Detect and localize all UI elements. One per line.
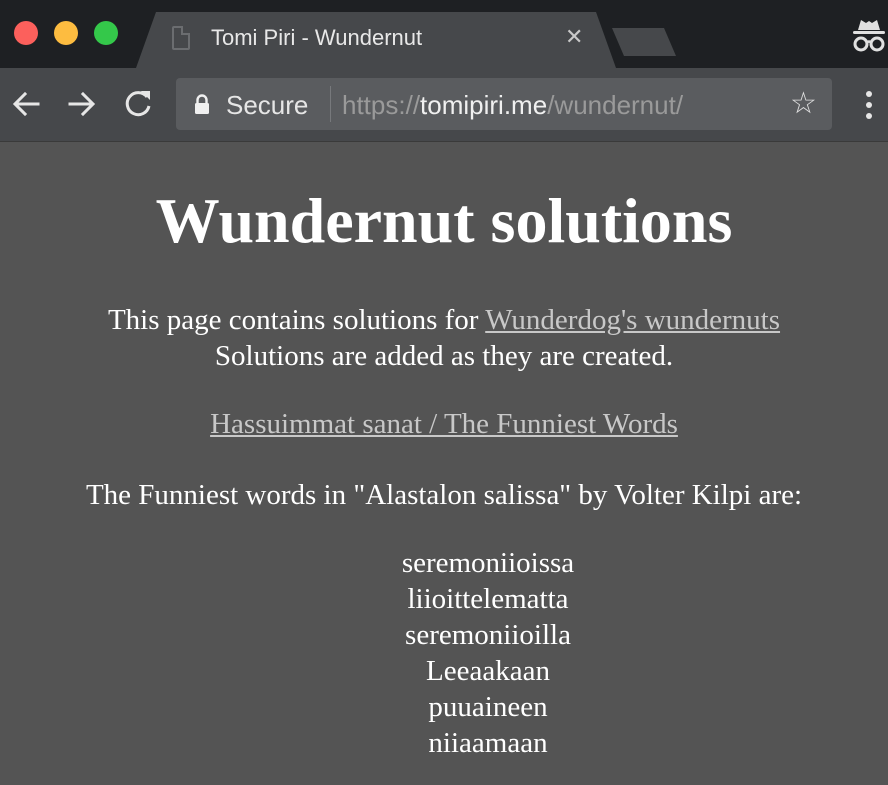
funniest-words-link[interactable]: Hassuimmat sanat / The Funniest Words <box>210 408 678 440</box>
page-icon <box>172 26 190 50</box>
funniest-words-section: Hassuimmat sanat / The Funniest Words <box>0 406 888 442</box>
intro-line-2: Solutions are added as they are created. <box>214 340 674 372</box>
page-content: Wundernut solutions This page contains s… <box>0 143 888 785</box>
url-path: /wundernut/ <box>547 90 684 120</box>
result-description: The Funniest words in "Alastalon salissa… <box>85 479 803 511</box>
word-item: seremoniioilla <box>405 619 571 651</box>
back-icon[interactable] <box>10 88 42 120</box>
browser-toolbar: Secure https://tomipiri.me/wundernut/ ☆ <box>0 68 888 142</box>
incognito-icon <box>853 20 885 52</box>
word-item: niiaamaan <box>428 727 548 759</box>
reload-icon[interactable] <box>122 88 154 120</box>
wundernuts-link[interactable]: Wunderdog's wundernuts <box>485 304 780 336</box>
browser-tab-active[interactable]: Tomi Piri - Wundernut ✕ <box>136 12 616 68</box>
word-item: Leeaakaan <box>426 655 550 687</box>
intro-line: This page contains solutions for Wunderd… <box>0 302 888 338</box>
tab-title: Tomi Piri - Wundernut <box>211 25 423 50</box>
address-divider <box>330 86 331 122</box>
new-tab-button[interactable] <box>612 28 676 56</box>
browser-titlebar: Tomi Piri - Wundernut ✕ <box>0 0 888 68</box>
url-host: tomipiri.me <box>420 90 548 120</box>
lock-icon <box>195 94 209 114</box>
page-title: Wundernut solutions <box>155 185 733 256</box>
forward-icon[interactable] <box>66 88 98 120</box>
url-scheme: https:// <box>342 90 421 120</box>
minimize-window-button[interactable] <box>54 21 78 45</box>
bookmark-star-icon[interactable]: ☆ <box>790 88 817 120</box>
close-window-button[interactable] <box>14 21 38 45</box>
intro-text: This page contains solutions for <box>107 304 486 336</box>
address-bar[interactable]: Secure https://tomipiri.me/wundernut/ ☆ <box>176 78 832 130</box>
maximize-window-button[interactable] <box>94 21 118 45</box>
menu-icon[interactable] <box>862 90 876 120</box>
word-item: liioittelematta <box>407 583 569 615</box>
funniest-words-list: seremoniioissa liioittelematta seremonii… <box>0 545 888 761</box>
close-icon[interactable]: ✕ <box>565 24 583 52</box>
word-item: puuaineen <box>428 691 548 723</box>
word-item: seremoniioissa <box>401 547 575 579</box>
url-text[interactable]: https://tomipiri.me/wundernut/ <box>342 90 683 121</box>
secure-label: Secure <box>226 90 309 120</box>
